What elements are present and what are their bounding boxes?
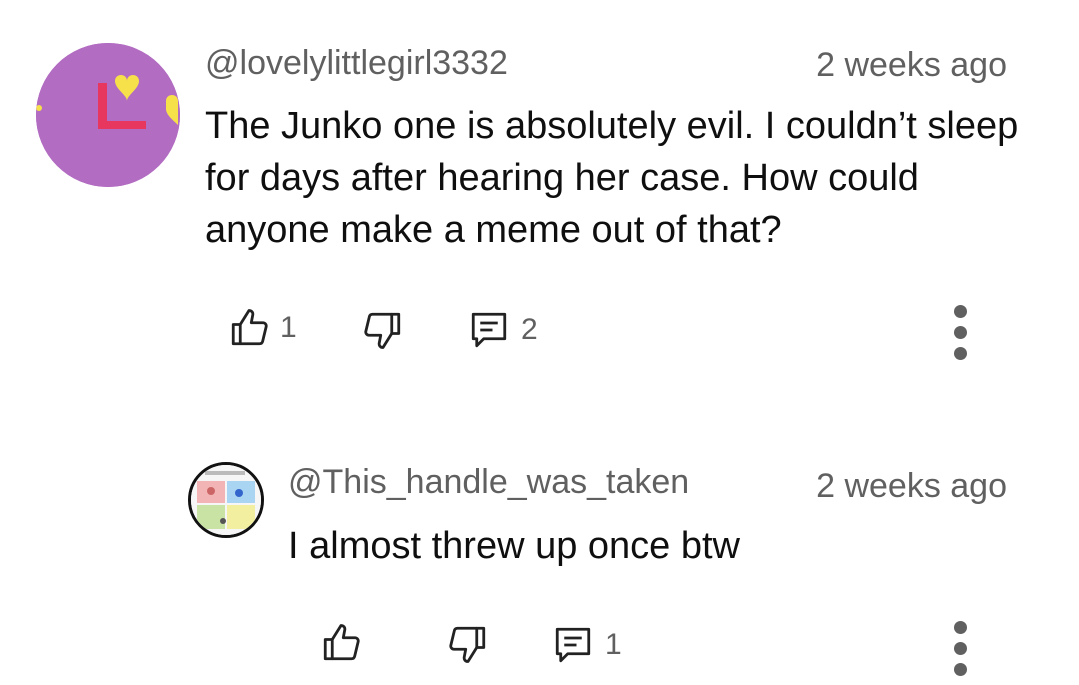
- thumbs-up-icon: [323, 624, 360, 661]
- comment-timestamp: 2 weeks ago: [816, 467, 1007, 505]
- dot: [953, 621, 967, 634]
- avatar[interactable]: [188, 462, 264, 538]
- dot: [953, 347, 967, 360]
- dislike-button[interactable]: [447, 623, 489, 665]
- reply-count: 2: [521, 313, 538, 346]
- comment-author[interactable]: @lovelylittlegirl3332: [205, 44, 508, 83]
- reply-button[interactable]: 1: [551, 624, 622, 666]
- thumbs-up-icon: [231, 309, 268, 346]
- reply-button[interactable]: 2: [467, 309, 538, 351]
- dot: [953, 642, 967, 655]
- reply-thread: @This_handle_was_taken 2 weeks ago I alm…: [0, 400, 1079, 685]
- comment-text: The Junko one is absolutely evil. I coul…: [205, 105, 1019, 251]
- avatar-image: [191, 465, 261, 535]
- comment-timestamp: 2 weeks ago: [816, 46, 1007, 84]
- thumbs-down-icon: [364, 312, 401, 349]
- comment-icon: [471, 312, 507, 348]
- thumbs-down-icon: [449, 626, 486, 663]
- avatar-image: [36, 43, 180, 187]
- more-vertical-icon[interactable]: [950, 305, 970, 360]
- dot: [953, 326, 967, 339]
- dislike-button[interactable]: [362, 309, 404, 351]
- comment-author[interactable]: @This_handle_was_taken: [288, 463, 689, 502]
- avatar[interactable]: [36, 43, 180, 187]
- comment-icon: [555, 627, 591, 663]
- dot: [953, 663, 967, 676]
- like-count: 1: [280, 311, 297, 344]
- like-button[interactable]: [320, 622, 362, 664]
- more-vertical-icon[interactable]: [950, 621, 970, 676]
- like-button[interactable]: 1: [228, 307, 297, 349]
- dot: [953, 305, 967, 318]
- comment-thread: @lovelylittlegirl3332 2 weeks ago The Ju…: [0, 0, 1079, 400]
- reply-count: 1: [605, 628, 622, 661]
- comment-text: I almost threw up once btw: [288, 525, 740, 567]
